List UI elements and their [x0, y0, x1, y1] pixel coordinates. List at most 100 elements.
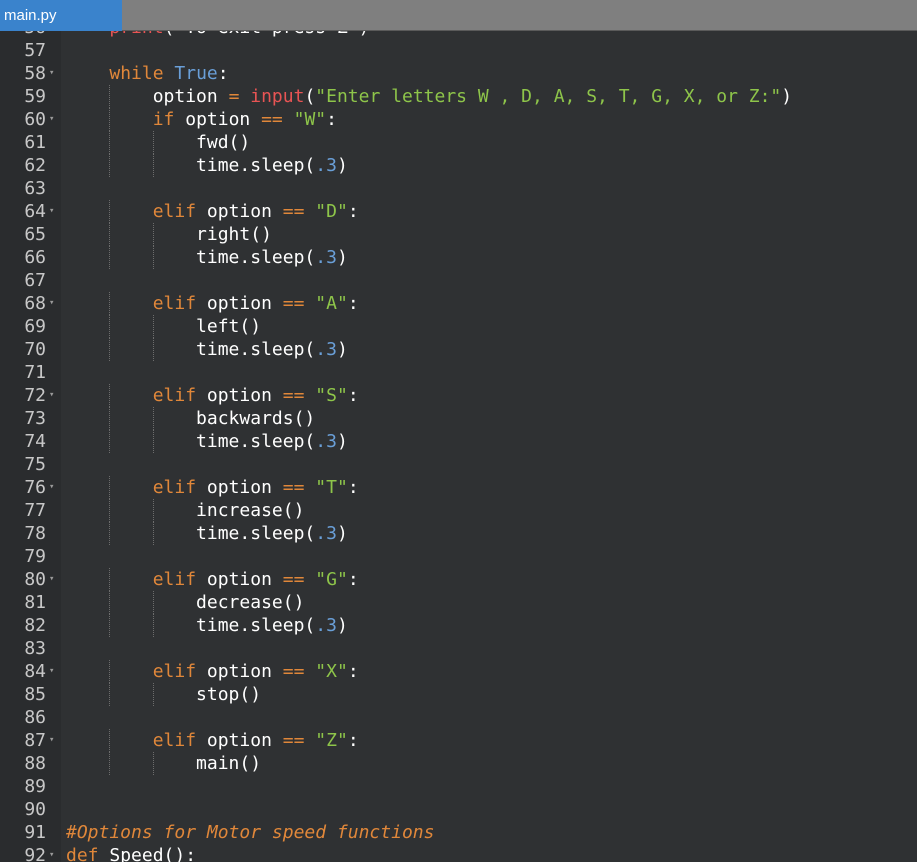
code-text: #Options for Motor speed functions — [66, 821, 434, 844]
code-line[interactable]: 67 — [0, 269, 917, 292]
code-line[interactable]: 89 — [0, 775, 917, 798]
code-token: elif — [152, 569, 197, 590]
code-line[interactable]: 59 option = input("Enter letters W , D, … — [0, 85, 917, 108]
code-token: "A" — [315, 293, 348, 314]
code-line[interactable]: 65 right() — [0, 223, 917, 246]
code-line[interactable]: 84 ▾ elif option == "X": — [0, 660, 917, 683]
code-token: elif — [152, 385, 197, 406]
code-token: option — [196, 730, 283, 751]
code-line[interactable]: 63 — [0, 177, 917, 200]
code-token: : — [347, 661, 359, 682]
code-line[interactable]: 64 ▾ elif option == "D": — [0, 200, 917, 223]
code-token: ) — [336, 523, 348, 544]
fold-arrow-icon[interactable]: ▾ — [49, 568, 54, 591]
line-number: 78 — [24, 523, 46, 544]
line-number: 76 — [24, 477, 46, 498]
code-line[interactable]: 92 ▾ def Speed(): — [0, 844, 917, 862]
code-line[interactable]: 82 time.sleep(.3) — [0, 614, 917, 637]
fold-arrow-icon[interactable]: ▾ — [49, 476, 54, 499]
code-line[interactable]: 70 time.sleep(.3) — [0, 338, 917, 361]
fold-arrow-icon[interactable]: ▾ — [49, 62, 54, 85]
code-line[interactable]: 57 — [0, 39, 917, 62]
line-number: 57 — [24, 40, 46, 61]
code-line[interactable]: 87 ▾ elif option == "Z": — [0, 729, 917, 752]
code-line[interactable]: 71 — [0, 361, 917, 384]
fold-arrow-icon[interactable]: ▾ — [49, 108, 54, 131]
fold-arrow-icon[interactable]: ▾ — [49, 292, 54, 315]
line-number: 71 — [24, 362, 46, 383]
code-token: elif — [152, 477, 197, 498]
fold-arrow-icon[interactable]: ▾ — [49, 384, 54, 407]
code-text: elif option == "T": — [66, 476, 359, 499]
code-token: .3 — [315, 155, 337, 176]
code-token: left() — [66, 316, 262, 337]
code-line[interactable]: 91 #Options for Motor speed functions — [0, 821, 917, 844]
code-line[interactable]: 81 decrease() — [0, 591, 917, 614]
line-number: 63 — [24, 178, 46, 199]
code-token: "D" — [315, 201, 348, 222]
code-token: ("To exit press Z") — [164, 31, 370, 38]
line-number: 69 — [24, 316, 46, 337]
line-number: 70 — [24, 339, 46, 360]
code-lines: 56 print("To exit press Z")5758▾ while T… — [0, 31, 917, 862]
code-text: left() — [66, 315, 261, 338]
line-number: 84 — [24, 661, 46, 682]
line-number: 75 — [24, 454, 46, 475]
code-token: option — [196, 385, 283, 406]
code-token: ) — [336, 615, 348, 636]
code-token: : — [347, 730, 359, 751]
code-text: if option == "W": — [66, 108, 337, 131]
code-editor[interactable]: 56 print("To exit press Z")5758▾ while T… — [0, 31, 917, 862]
code-line[interactable]: 83 — [0, 637, 917, 660]
fold-arrow-icon[interactable]: ▾ — [49, 844, 54, 862]
code-token: elif — [152, 293, 197, 314]
code-line[interactable]: 74 time.sleep(.3) — [0, 430, 917, 453]
code-line[interactable]: 80 ▾ elif option == "G": — [0, 568, 917, 591]
code-line[interactable]: 60 ▾ if option == "W": — [0, 108, 917, 131]
tab-main-py[interactable]: main.py — [0, 0, 122, 31]
code-line[interactable]: 61 fwd() — [0, 131, 917, 154]
code-token: "Enter letters W , D, A, S, T, G, X, or … — [315, 86, 782, 107]
fold-arrow-icon[interactable]: ▾ — [49, 729, 54, 752]
code-line[interactable]: 73 backwards() — [0, 407, 917, 430]
code-line[interactable]: 79 — [0, 545, 917, 568]
code-line[interactable]: 66 time.sleep(.3) — [0, 246, 917, 269]
code-line[interactable]: 62 time.sleep(.3) — [0, 154, 917, 177]
code-line[interactable]: 78 time.sleep(.3) — [0, 522, 917, 545]
fold-arrow-icon[interactable]: ▾ — [49, 200, 54, 223]
line-number: 91 — [24, 822, 46, 843]
code-token: == — [282, 569, 305, 590]
code-token: .3 — [315, 523, 337, 544]
code-line[interactable]: 90 — [0, 798, 917, 821]
code-line[interactable]: 88 main() — [0, 752, 917, 775]
code-line[interactable]: 69 left() — [0, 315, 917, 338]
code-text: main() — [66, 752, 261, 775]
code-token: "X" — [315, 661, 348, 682]
code-line[interactable]: 75 — [0, 453, 917, 476]
code-line[interactable]: 76 ▾ elif option == "T": — [0, 476, 917, 499]
code-line[interactable]: 86 — [0, 706, 917, 729]
code-line[interactable]: 77 increase() — [0, 499, 917, 522]
code-token: ) — [336, 431, 348, 452]
code-line[interactable]: 85 stop() — [0, 683, 917, 706]
code-token: == — [282, 477, 305, 498]
code-line[interactable]: 72 ▾ elif option == "S": — [0, 384, 917, 407]
code-token: #Options for Motor speed functions — [66, 822, 435, 843]
line-number: 58 — [24, 63, 46, 84]
code-line[interactable]: 58 ▾ while True: — [0, 62, 917, 85]
code-line[interactable]: 68 ▾ elif option == "A": — [0, 292, 917, 315]
line-number: 79 — [24, 546, 46, 567]
line-number: 66 — [24, 247, 46, 268]
code-line[interactable]: 56 print("To exit press Z") — [0, 31, 917, 39]
code-token: "S" — [315, 385, 348, 406]
code-token: def — [66, 845, 99, 862]
code-token: == — [282, 661, 305, 682]
fold-arrow-icon[interactable]: ▾ — [49, 660, 54, 683]
